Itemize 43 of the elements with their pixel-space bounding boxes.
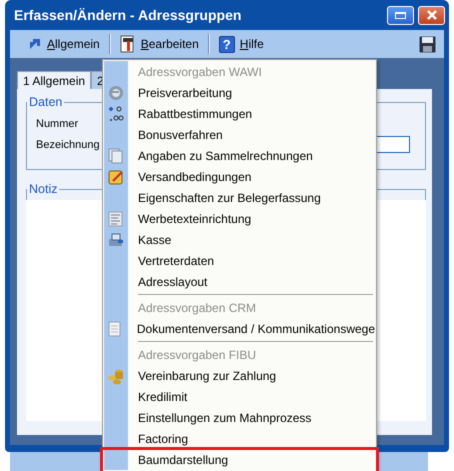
hammer-icon [120,35,136,53]
pages-icon [108,148,124,164]
coins-icon [107,366,125,384]
menu-section-heading: Adressvorgaben WAWI [138,64,262,78]
arrow-icon [28,37,42,51]
menu-section-heading: Adressvorgaben CRM [138,300,256,314]
menu-item[interactable]: Werbetexteinrichtung [138,212,252,226]
menu-item[interactable]: Adresslayout [138,274,208,288]
menu-item[interactable]: Bonusverfahren [138,128,223,142]
menu-section-heading: Adressvorgaben FIBU [138,348,256,362]
menu-item[interactable]: Vereinbarung zur Zahlung [138,368,276,382]
menu-item[interactable]: Rabattbestimmungen [138,106,252,120]
window-title: Erfassen/Ändern - Adressgruppen [14,7,242,23]
menu-item[interactable]: Vertreterdaten [138,254,214,268]
close-icon [426,10,436,20]
toolbar-button[interactable]: ? Hilfe [212,34,270,54]
toolbar-button[interactable]: Bearbeiten [114,33,205,55]
document-icon [108,320,122,336]
notepad-icon [108,168,124,184]
field-label: Bezeichnung [36,138,101,150]
restore-button[interactable] [387,6,414,24]
menu-item[interactable]: Eigenschaften zur Belegerfassung [138,190,321,204]
group-title: Daten [28,95,64,109]
menu-item[interactable]: Einstellungen zum Mahnprozess [138,410,312,424]
menu-item[interactable]: Kredilimit [138,390,188,404]
toolbar-button[interactable]: Allgemein [22,35,106,53]
menu-item[interactable]: Factoring [138,432,188,446]
field-label: Nummer [36,118,80,130]
menu-item[interactable]: Versandbedingungen [138,170,252,184]
menu-item[interactable]: Angaben zu Sammelrechnungen [138,148,313,162]
cash-register-icon [108,232,124,248]
menu-item[interactable]: Kasse [138,232,172,246]
help-icon: ? [218,36,235,52]
close-button[interactable] [418,6,445,24]
menu-item[interactable]: Preisverarbeitung [138,86,232,100]
text-lines-icon [108,210,124,226]
save-icon[interactable] [419,36,436,52]
tab[interactable]: 1 Allgemein [17,71,92,89]
menu-item[interactable]: Baumdarstellung [138,452,228,466]
restore-icon [395,12,406,18]
menu-item[interactable]: Dokumentenversand / Kommunikationswege [136,322,375,336]
group-title: Notiz [28,182,58,196]
percent-icon [108,106,124,122]
